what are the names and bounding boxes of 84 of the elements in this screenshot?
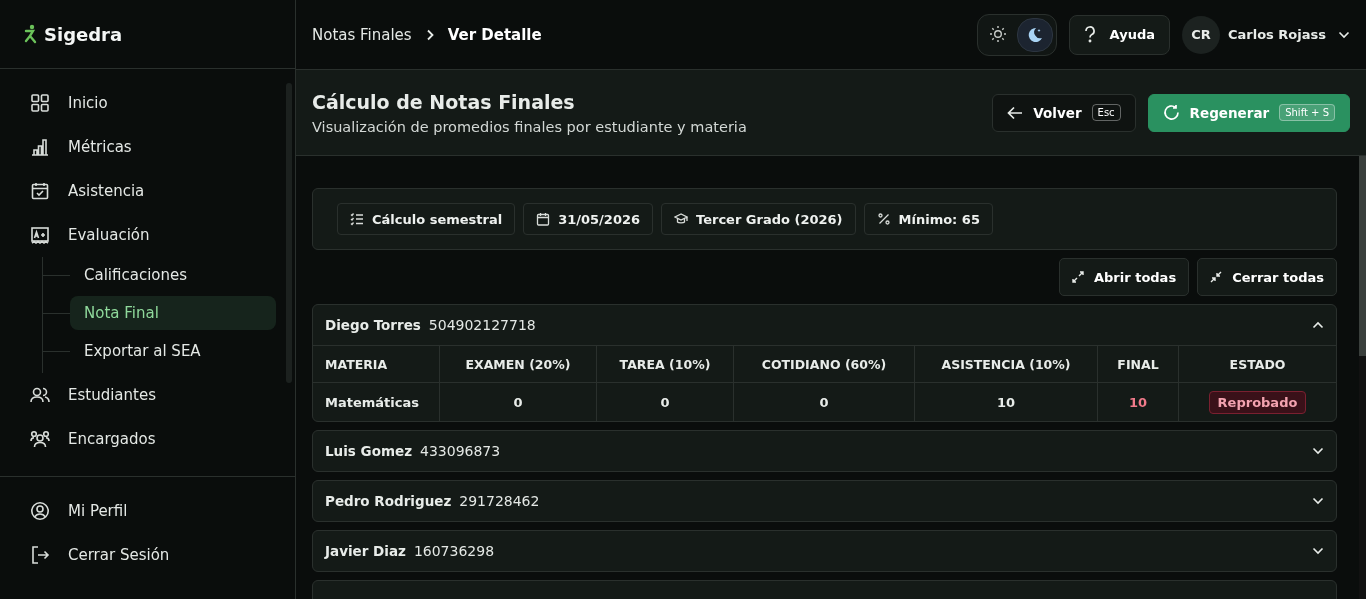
nav-item[interactable]: Asistencia	[30, 169, 283, 213]
chevron-down-icon	[1312, 547, 1324, 555]
column-header: ESTADO	[1178, 346, 1336, 382]
dark-mode-button[interactable]	[1016, 17, 1053, 52]
student-header[interactable]: Diego Torres 504902127718	[313, 305, 1336, 345]
filter-chip: 31/05/2026	[523, 203, 653, 235]
table-cell: 0	[733, 383, 914, 421]
sun-icon	[988, 24, 1007, 43]
breadcrumb-link[interactable]: Ver Detalle	[447, 25, 542, 44]
chevron-right-icon	[425, 28, 434, 41]
chevron-down-icon	[1312, 497, 1324, 505]
help-button[interactable]: Ayuda	[1068, 14, 1170, 55]
percent-icon	[876, 212, 891, 226]
column-header: COTIDIANO (60%)	[733, 346, 914, 382]
chevron-up-icon	[1312, 321, 1324, 329]
user-name: Carlos Rojass	[1227, 27, 1326, 42]
nav-item[interactable]: Mi Perfil	[30, 489, 295, 533]
nav-item[interactable]: Inicio	[30, 81, 283, 125]
column-header: FINAL	[1097, 346, 1178, 382]
user-circle-icon	[30, 501, 50, 521]
grade-icon	[30, 225, 50, 245]
users-icon	[30, 385, 50, 405]
expand-all-button[interactable]: Abrir todas	[1059, 258, 1190, 296]
filter-chip: Cálculo semestral	[337, 203, 516, 235]
student-name: Diego Torres	[325, 317, 421, 333]
table-cell: 0	[439, 383, 596, 421]
filter-chip: Mínimo: 65	[863, 203, 993, 235]
student-name: Javier Diaz	[325, 543, 406, 559]
student-header[interactable]: Javier Diaz 160736298	[313, 531, 1336, 571]
checklist-icon	[350, 212, 364, 226]
scrollbar-thumb[interactable]	[1359, 156, 1366, 356]
shortcut-key: Shift + S	[1279, 104, 1335, 121]
submenu-item[interactable]: Exportar al SEA	[70, 334, 276, 368]
collapse-icon	[1210, 271, 1223, 283]
table-cell: 10	[914, 383, 1097, 421]
chevron-down-icon	[1312, 447, 1324, 455]
submenu-item[interactable]: Nota Final	[70, 296, 276, 330]
submenu-item[interactable]: Calificaciones	[70, 258, 276, 292]
grid-icon	[30, 93, 50, 113]
student-name: Luis Gomez	[325, 443, 412, 459]
bar-chart-icon	[30, 137, 50, 157]
filter-chip: Tercer Grado (2026)	[661, 203, 856, 235]
avatar: CR	[1181, 15, 1220, 54]
student-header[interactable]: Luis Gomez 433096873	[313, 431, 1336, 471]
student-id: 160736298	[413, 543, 495, 559]
regenerate-button[interactable]: Regenerar Shift + S	[1147, 93, 1350, 132]
table-cell: 10	[1097, 383, 1178, 421]
column-header: TAREA (10%)	[596, 346, 733, 382]
page-subtitle: Visualización de promedios finales por estudiante y materia	[312, 118, 747, 135]
status-badge: Reprobado	[1208, 390, 1307, 414]
nav-item[interactable]: Evaluación	[30, 213, 283, 257]
user-menu[interactable]: CR Carlos Rojass	[1181, 15, 1350, 54]
chevron-down-icon	[1338, 30, 1350, 39]
logout-icon	[30, 545, 50, 565]
question-icon	[1083, 26, 1096, 43]
collapse-all-button[interactable]: Cerrar todas	[1197, 258, 1337, 296]
calendar-icon	[30, 181, 50, 201]
expand-icon	[1072, 271, 1084, 283]
group-icon	[30, 429, 50, 449]
calendar-icon	[536, 212, 551, 226]
arrow-left-icon	[1007, 105, 1024, 120]
column-header: MATERIA	[324, 355, 389, 374]
nav-item[interactable]: Estudiantes	[30, 373, 283, 417]
table-cell: 0	[596, 383, 733, 421]
student-name: Pedro Rodriguez	[325, 493, 452, 509]
back-button[interactable]: Volver Esc	[992, 93, 1136, 132]
nav-item[interactable]: Cerrar Sesión	[30, 533, 295, 577]
refresh-icon	[1162, 104, 1180, 121]
breadcrumb-link[interactable]: Notas Finales	[312, 25, 412, 44]
student-id: 504902127718	[428, 317, 536, 333]
student-id: 433096873	[420, 443, 501, 459]
student-id: 291728462	[459, 493, 540, 509]
column-header: ASISTENCIA (10%)	[914, 346, 1097, 382]
shortcut-key: Esc	[1091, 104, 1121, 121]
student-header[interactable]: Pedro Rodriguez 291728462	[313, 481, 1336, 521]
theme-toggle[interactable]	[976, 13, 1057, 56]
graduation-cap-icon	[674, 212, 688, 226]
table-cell-text: Matemáticas	[324, 393, 420, 412]
nav-item[interactable]: Métricas	[30, 125, 283, 169]
page-title: Cálculo de Notas Finales	[312, 90, 576, 113]
app-name: Sigedra	[44, 23, 123, 45]
nav-item[interactable]: Encargados	[30, 417, 283, 461]
logo-icon	[24, 24, 38, 44]
column-header: EXAMEN (20%)	[439, 346, 596, 382]
